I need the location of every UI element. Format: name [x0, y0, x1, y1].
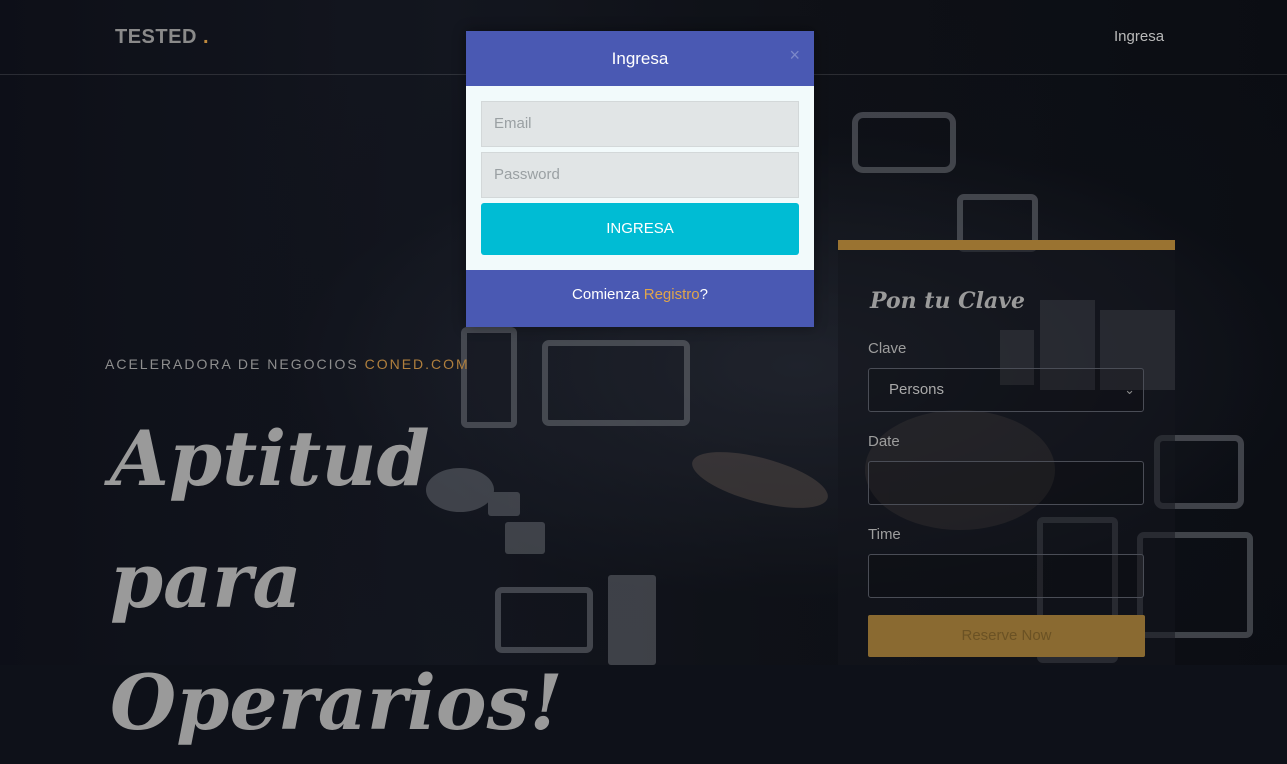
reservation-panel: Pon tu Clave Clave Persons ⌄ Date Time R…	[838, 240, 1175, 665]
date-label: Date	[868, 433, 900, 450]
clave-select[interactable]: Persons ⌄	[868, 368, 1144, 412]
time-label: Time	[868, 526, 901, 543]
hero-tagline: ACELERADORA DE NEGOCIOS CONED.COM	[105, 356, 470, 372]
date-input[interactable]	[868, 461, 1144, 505]
login-modal: Ingresa × Email Password INGRESA Comienz…	[466, 31, 814, 327]
hero-tag-brand: CONED.COM	[364, 356, 470, 372]
footer-suffix: ?	[699, 286, 708, 303]
clave-label: Clave	[868, 340, 907, 357]
chevron-down-icon: ⌄	[1124, 382, 1135, 397]
time-input[interactable]	[868, 554, 1144, 598]
nav-login-link[interactable]: Ingresa	[1114, 28, 1164, 45]
logo-text: TESTED	[115, 26, 197, 48]
email-field[interactable]: Email	[481, 101, 799, 147]
hero-title-line2: Operarios!	[110, 658, 563, 747]
footer-text: Comienza	[572, 286, 640, 303]
reserve-now-button[interactable]: Reserve Now	[868, 615, 1145, 657]
site-logo[interactable]: TESTED .	[115, 26, 209, 49]
register-link[interactable]: Registro	[644, 286, 700, 303]
login-submit-button[interactable]: INGRESA	[481, 203, 799, 255]
reservation-title: Pon tu Clave	[870, 288, 1025, 314]
modal-title: Ingresa	[611, 49, 669, 68]
password-field[interactable]: Password	[481, 152, 799, 198]
hero-title: Aptitud para Operarios!	[110, 398, 590, 764]
logo-dot: .	[202, 26, 210, 48]
hero-title-line1: Aptitud para	[110, 414, 430, 625]
clave-select-value: Persons	[889, 381, 945, 398]
modal-footer: Comienza Registro?	[466, 270, 814, 327]
close-icon[interactable]: ×	[789, 45, 800, 65]
hero-tag-prefix: ACELERADORA DE NEGOCIOS	[105, 356, 359, 372]
modal-header: Ingresa ×	[466, 31, 814, 86]
